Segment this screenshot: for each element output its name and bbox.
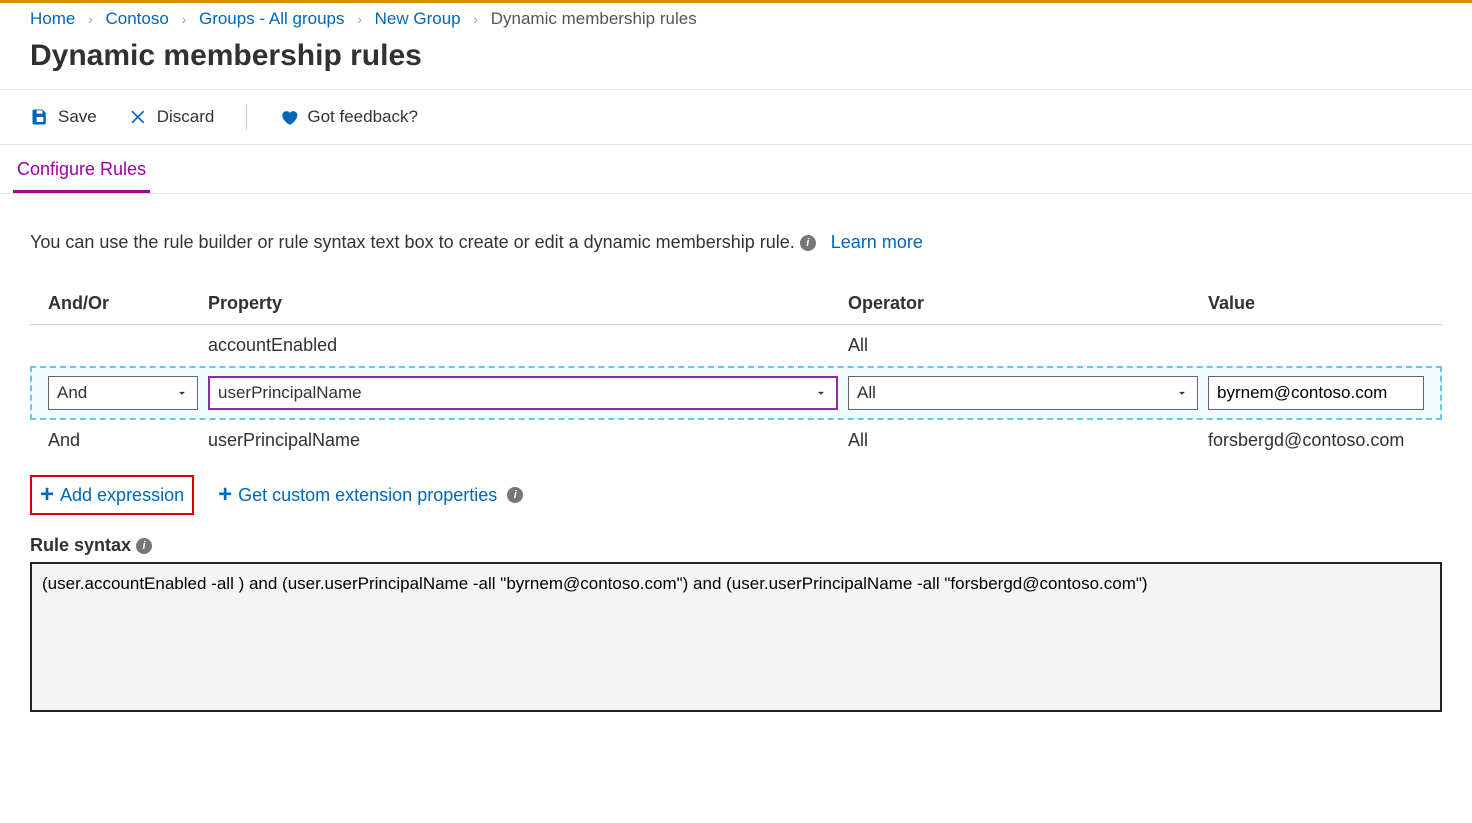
operator-dropdown[interactable]: All xyxy=(848,376,1198,410)
feedback-button[interactable]: Got feedback? xyxy=(279,107,418,127)
rule-syntax-label-text: Rule syntax xyxy=(30,535,131,555)
intro-text: You can use the rule builder or rule syn… xyxy=(0,194,1472,273)
info-icon[interactable]: i xyxy=(800,235,816,251)
intro-body: You can use the rule builder or rule syn… xyxy=(30,232,795,252)
tab-configure-rules[interactable]: Configure Rules xyxy=(13,159,150,193)
breadcrumb-current: Dynamic membership rules xyxy=(491,9,697,28)
breadcrumb-contoso[interactable]: Contoso xyxy=(106,9,169,28)
get-custom-properties-button[interactable]: + Get custom extension properties i xyxy=(210,477,531,513)
breadcrumb-groups[interactable]: Groups - All groups xyxy=(199,9,345,28)
page-title: Dynamic membership rules xyxy=(0,37,1472,90)
command-bar: Save Discard Got feedback? xyxy=(0,90,1472,145)
header-andor: And/Or xyxy=(48,293,208,314)
chevron-right-icon: › xyxy=(88,11,93,27)
chevron-right-icon: › xyxy=(357,11,362,27)
table-header-row: And/Or Property Operator Value xyxy=(30,283,1442,325)
heart-icon xyxy=(279,107,299,127)
chevron-down-icon xyxy=(814,386,828,400)
header-value: Value xyxy=(1208,293,1424,314)
breadcrumb-home[interactable]: Home xyxy=(30,9,75,28)
cell-andor: And xyxy=(48,430,208,451)
close-icon xyxy=(129,107,149,127)
plus-icon: + xyxy=(40,483,54,507)
cell-operator: All xyxy=(848,430,1208,451)
property-dropdown[interactable]: userPrincipalName xyxy=(208,376,838,410)
cell-property: accountEnabled xyxy=(208,335,848,356)
table-row[interactable]: And userPrincipalName All forsbergd@cont… xyxy=(30,420,1442,461)
header-property: Property xyxy=(208,293,848,314)
table-row[interactable]: accountEnabled All xyxy=(30,325,1442,366)
chevron-down-icon xyxy=(1175,386,1189,400)
table-row-selected[interactable]: And userPrincipalName All xyxy=(30,366,1442,420)
chevron-right-icon: › xyxy=(473,11,478,27)
rule-syntax-label: Rule syntax i xyxy=(30,535,1442,556)
info-icon[interactable]: i xyxy=(507,487,523,503)
save-icon xyxy=(30,107,50,127)
rule-syntax-textbox[interactable] xyxy=(30,562,1442,712)
chevron-down-icon xyxy=(175,386,189,400)
save-label: Save xyxy=(58,107,97,127)
value-input[interactable] xyxy=(1208,376,1424,410)
breadcrumb-new-group[interactable]: New Group xyxy=(375,9,461,28)
rule-actions: + Add expression + Get custom extension … xyxy=(30,475,1442,515)
tab-bar: Configure Rules xyxy=(0,145,1472,194)
plus-icon: + xyxy=(218,483,232,507)
chevron-right-icon: › xyxy=(182,11,187,27)
rule-syntax-section: Rule syntax i xyxy=(30,535,1442,717)
operator-value: All xyxy=(857,383,876,403)
add-expression-button[interactable]: + Add expression xyxy=(30,475,194,515)
cell-operator: All xyxy=(848,335,1208,356)
toolbar-separator xyxy=(246,104,247,130)
andor-dropdown[interactable]: And xyxy=(48,376,198,410)
cell-value: forsbergd@contoso.com xyxy=(1208,430,1424,451)
header-operator: Operator xyxy=(848,293,1208,314)
breadcrumb: Home › Contoso › Groups - All groups › N… xyxy=(0,3,1472,37)
cell-property: userPrincipalName xyxy=(208,430,848,451)
get-custom-label: Get custom extension properties xyxy=(238,485,497,506)
feedback-label: Got feedback? xyxy=(307,107,418,127)
discard-button[interactable]: Discard xyxy=(129,107,215,127)
save-button[interactable]: Save xyxy=(30,107,97,127)
add-expression-label: Add expression xyxy=(60,485,184,506)
andor-value: And xyxy=(57,383,87,403)
property-value: userPrincipalName xyxy=(218,383,362,403)
info-icon[interactable]: i xyxy=(136,538,152,554)
learn-more-link[interactable]: Learn more xyxy=(831,232,923,252)
rule-builder-table: And/Or Property Operator Value accountEn… xyxy=(30,283,1442,461)
discard-label: Discard xyxy=(157,107,215,127)
